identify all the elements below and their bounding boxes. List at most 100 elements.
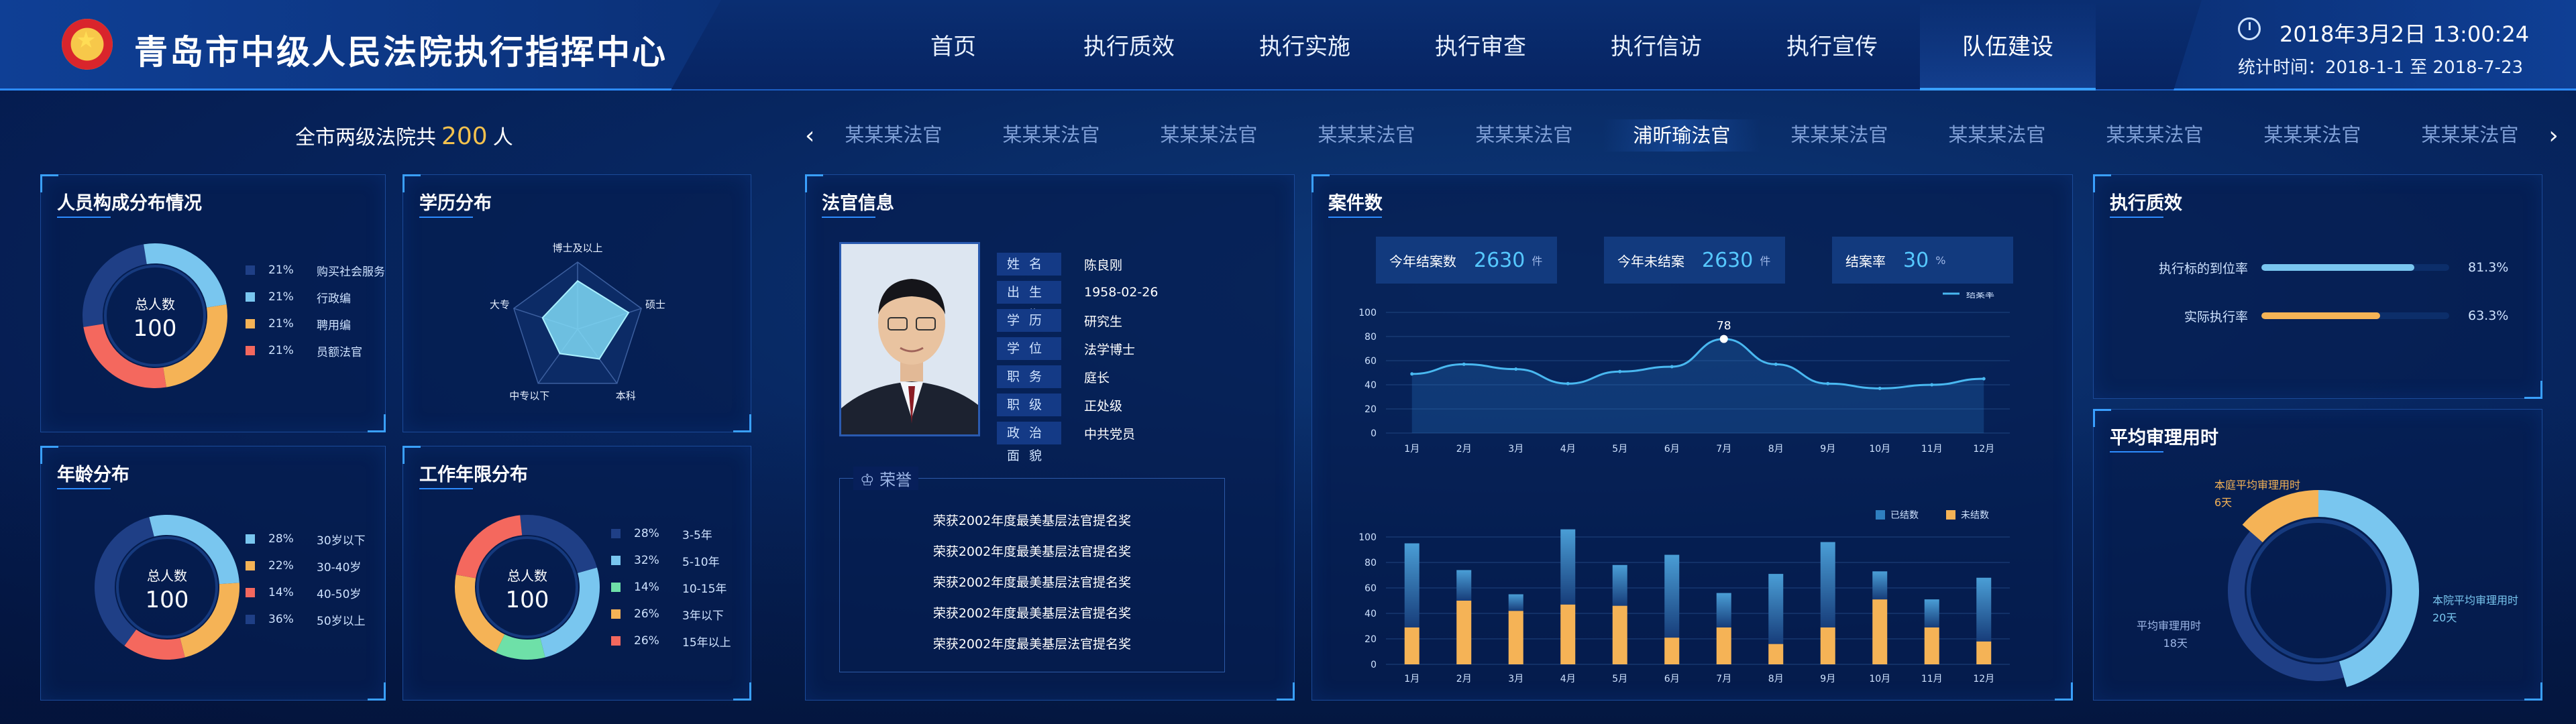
stat-period: 统计时间：2018-1-1 至 2018-7-23 [2238, 58, 2524, 78]
info-key: 学位 [997, 337, 1061, 360]
judge-photo [839, 242, 980, 436]
y-tick-label: 40 [1364, 609, 1377, 619]
quality-row: 实际执行率 63.3% [2127, 304, 2508, 328]
quality-fill [2261, 312, 2381, 319]
legend-swatch [1876, 510, 1885, 520]
quality-track [2261, 312, 2449, 319]
judge-tab[interactable]: 某某某法官 [1287, 119, 1445, 152]
medal-icon: ♔ [860, 471, 880, 489]
total-prefix: 全市两级法院共 [295, 126, 436, 149]
judge-tab[interactable]: 某某某法官 [1760, 119, 1918, 152]
legend-swatch [611, 636, 621, 646]
legend-swatch [611, 529, 621, 538]
judge-tab[interactable]: 某某某法官 [1918, 119, 2076, 152]
legend-label: 行政编 [317, 292, 351, 306]
composition-panel: 人员构成分布情况 总人数 100 21% 购买社会服务 21% 行政编 21% 聘用编 21%… [40, 174, 386, 432]
legend-label: 未结数 [1961, 510, 1989, 521]
trial-days-average: 18天 [2163, 637, 2188, 650]
prev-arrow-icon[interactable]: ‹ [805, 122, 814, 149]
legend-pct: 28% [268, 532, 294, 546]
judge-tab[interactable]: 某某某法官 [2391, 119, 2548, 152]
judge-tab[interactable]: 某某某法官 [1445, 119, 1603, 152]
x-tick-label: 2月 [1456, 674, 1472, 684]
judge-tab[interactable]: 某某某法官 [2233, 119, 2391, 152]
judge-tab[interactable]: 某某某法官 [2076, 119, 2233, 152]
kpi-rate-value: 30 [1903, 248, 1929, 272]
judge-tab[interactable]: 某某某法官 [814, 119, 972, 152]
y-tick-label: 80 [1364, 332, 1377, 343]
total-suffix: 人 [492, 126, 513, 149]
cases-title: 案件数 [1328, 188, 1383, 218]
nav-implementation[interactable]: 执行实施 [1217, 0, 1393, 90]
title-block: 青岛市中级人民法院执行指挥中心 [0, 0, 721, 90]
x-tick-label: 8月 [1768, 674, 1784, 684]
age-donut: 总人数 100 [95, 515, 239, 660]
legend-item: 32% 5-10年 [611, 547, 731, 574]
y-tick-label: 0 [1371, 660, 1377, 670]
x-tick-label: 12月 [1973, 444, 1994, 455]
donut-center-value: 100 [146, 587, 189, 613]
trial-inner-ring [2247, 519, 2390, 662]
honor-box: ♔ 荣誉 荣获2002年度最美基层法官提名奖 荣获2002年度最美基层法官提名奖荣… [839, 467, 1225, 672]
info-row: 政治面貌 中共党员 [997, 419, 1158, 463]
y-tick-label: 60 [1364, 356, 1377, 367]
line-point [1618, 369, 1622, 373]
judge-details: 姓名 陈良刚出生日期 1958-02-26 学历 研究生学位 法学博士职务 庭长职级 正处级政… [997, 250, 1158, 463]
tenure-panel: 工作年限分布 总人数 100 28% 3-5年 32% 5-10年 14% 10-15年 26… [402, 446, 751, 701]
legend-item: 21% 员额法官 [246, 337, 385, 364]
legend-item: 26% 15年以上 [611, 627, 731, 654]
radar-axis-label: 硕士 [645, 298, 665, 310]
kpi-open-unit: 件 [1760, 255, 1771, 267]
nav-home[interactable]: 首页 [865, 0, 1041, 90]
y-tick-label: 100 [1358, 308, 1377, 318]
education-panel: 学历分布 博士及以上 硕士 本科 中专以下 大专 [402, 174, 751, 432]
kpi-closed: 今年结案数 2630 件 [1376, 237, 1557, 284]
x-tick-label: 9月 [1820, 674, 1835, 684]
info-value: 中共党员 [1084, 426, 1136, 442]
kpi-closed-label: 今年结案数 [1389, 253, 1456, 269]
next-arrow-icon[interactable]: › [2548, 122, 2558, 149]
legend-item: 14% 40-50岁 [246, 579, 366, 606]
x-tick-label: 6月 [1664, 674, 1680, 684]
legend-swatch [611, 583, 621, 592]
x-tick-label: 10月 [1869, 444, 1890, 455]
total-count: 全市两级法院共 200 人 [295, 121, 513, 150]
line-point [1566, 381, 1570, 385]
composition-legend: 21% 购买社会服务 21% 行政编 21% 聘用编 21% 员额法官 [246, 257, 385, 364]
legend-label: 50岁以上 [317, 614, 366, 628]
page-title: 青岛市中级人民法院执行指挥中心 [134, 32, 667, 72]
bar-pending [1976, 641, 1992, 664]
bar-closed [1664, 554, 1680, 638]
judge-tab[interactable]: 某某某法官 [1130, 119, 1287, 152]
info-row: 学历 研究生 [997, 306, 1158, 335]
donut-center-value: 100 [506, 587, 549, 613]
judge-tab[interactable]: 某某某法官 [972, 119, 1130, 152]
honor-item: 荣获2002年度最美基层法官提名奖 [932, 544, 1132, 559]
legend-swatch [611, 609, 621, 619]
nav-quality[interactable]: 执行质效 [1041, 0, 1217, 90]
peak-label: 78 [1717, 320, 1731, 333]
legend-pct: 21% [268, 317, 294, 330]
donut-center-label: 总人数 [507, 568, 547, 584]
line-point [1878, 386, 1882, 390]
bar-pending [1820, 627, 1835, 664]
info-key: 政治面貌 [997, 422, 1061, 463]
nav-petition[interactable]: 执行信访 [1568, 0, 1744, 90]
legend-item: 36% 50岁以上 [246, 606, 366, 633]
legend-pct: 14% [634, 581, 659, 594]
nav-publicity[interactable]: 执行宣传 [1744, 0, 1920, 90]
judge-tab[interactable]: 浦昕瑜法官 [1603, 119, 1761, 152]
legend-item: 21% 购买社会服务 [246, 257, 385, 284]
y-tick-label: 20 [1364, 404, 1377, 415]
nav-team[interactable]: 队伍建设 [1920, 0, 2096, 90]
legend-label: 员额法官 [317, 345, 362, 359]
bar-closed [1820, 542, 1835, 627]
x-tick-label: 5月 [1612, 674, 1627, 684]
honor-label-text: 荣誉 [879, 471, 912, 489]
nav-review[interactable]: 执行审查 [1393, 0, 1568, 90]
donut-segment [455, 575, 505, 653]
x-tick-label: 7月 [1716, 674, 1731, 684]
legend-swatch [246, 292, 255, 302]
legend-item: 21% 行政编 [246, 284, 385, 310]
x-tick-label: 5月 [1612, 444, 1627, 455]
